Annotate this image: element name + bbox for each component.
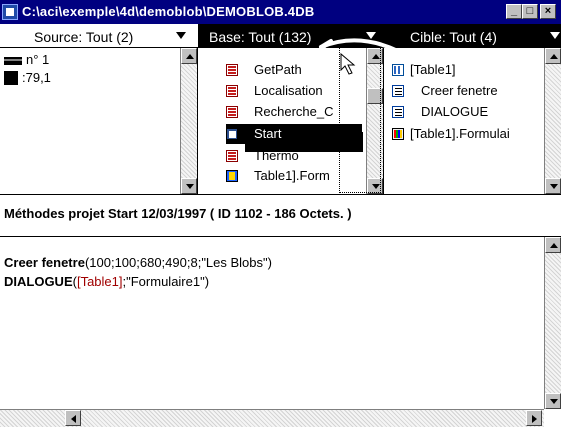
code-keyword: DIALOGUE xyxy=(4,274,73,289)
vertical-scrollbar[interactable] xyxy=(366,48,383,194)
grid-icon xyxy=(226,106,238,118)
list-item-label: Table1].Form xyxy=(254,168,330,183)
list-item-label: Recherche_C xyxy=(254,104,334,119)
form-icon xyxy=(226,170,238,182)
maximize-button[interactable]: □ xyxy=(522,4,538,19)
scroll-up-button[interactable] xyxy=(545,48,561,64)
scroll-down-button[interactable] xyxy=(545,178,561,194)
list-item-label: [Table1].Formulai xyxy=(410,126,510,141)
scroll-down-button[interactable] xyxy=(181,178,197,194)
list-item-label: GetPath xyxy=(254,62,302,77)
vertical-scrollbar[interactable] xyxy=(544,48,561,194)
editor-horizontal-scrollbar[interactable] xyxy=(0,409,544,427)
base-label: Base: Tout (132) xyxy=(209,29,312,45)
cible-label: Cible: Tout (4) xyxy=(410,29,497,45)
editor-vertical-scrollbar[interactable] xyxy=(544,237,561,409)
list-item-label: Creer fenetre xyxy=(421,83,498,98)
drag-arrow-icon xyxy=(319,38,400,56)
source-panel: n° 1 :79,1 xyxy=(0,48,198,194)
code-line[interactable]: Creer fenetre(100;100;680;490;8;"Les Blo… xyxy=(4,255,272,270)
table-reference[interactable]: [Table1] xyxy=(77,274,123,289)
window-icon xyxy=(392,85,404,97)
scroll-right-button[interactable] xyxy=(526,410,542,426)
minimize-button[interactable]: _ xyxy=(506,4,522,19)
window-icon xyxy=(392,106,404,118)
application-window: C:\aci\exemple\4d\demoblob\DEMOBLOB.4DB … xyxy=(0,0,561,427)
app-icon xyxy=(2,4,18,20)
grid-icon xyxy=(226,85,238,97)
list-item-label: :79,1 xyxy=(22,70,51,85)
code-editor[interactable]: Creer fenetre(100;100;680;490;8;"Les Blo… xyxy=(0,237,561,427)
source-header[interactable]: Source: Tout (2) xyxy=(0,24,198,48)
method-info-bar: Méthodes projet Start 12/03/1997 ( ID 11… xyxy=(0,194,561,237)
scroll-down-button[interactable] xyxy=(545,393,561,409)
scroll-up-button[interactable] xyxy=(545,237,561,253)
code-keyword: Creer fenetre xyxy=(4,255,85,270)
cible-panel: [Table1] Creer fenetre DIALOGUE [Table1]… xyxy=(384,48,561,194)
start-icon xyxy=(226,128,238,140)
window-title: C:\aci\exemple\4d\demoblob\DEMOBLOB.4DB xyxy=(22,4,315,19)
scroll-thumb[interactable] xyxy=(367,88,383,104)
code-args: (100;100;680;490;8;"Les Blobs") xyxy=(84,255,272,270)
list-item-label: Thermo xyxy=(254,148,299,163)
list-item-label: Start xyxy=(254,126,282,141)
title-bar: C:\aci\exemple\4d\demoblob\DEMOBLOB.4DB … xyxy=(0,0,561,24)
list-item-label: DIALOGUE xyxy=(421,104,489,119)
grid-icon xyxy=(226,64,238,76)
method-info-text: Méthodes projet Start 12/03/1997 ( ID 11… xyxy=(4,206,352,221)
scroll-up-button[interactable] xyxy=(181,48,197,64)
close-button[interactable]: × xyxy=(540,4,556,19)
vertical-scrollbar[interactable] xyxy=(180,48,197,194)
palette-icon xyxy=(392,128,404,140)
grid-icon xyxy=(226,150,238,162)
mouse-cursor-icon xyxy=(340,52,356,75)
line-icon xyxy=(4,57,22,65)
code-args-close: ;"Formulaire1") xyxy=(122,274,210,289)
scroll-left-button[interactable] xyxy=(65,410,81,426)
dropdown-arrow-icon[interactable] xyxy=(176,32,186,39)
code-line[interactable]: DIALOGUE([Table1];"Formulaire1") xyxy=(4,274,209,289)
source-label: Source: Tout (2) xyxy=(34,29,134,45)
list-item-label: n° 1 xyxy=(26,52,50,67)
list-item-label: Localisation xyxy=(254,83,323,98)
list-item-selected[interactable]: Start xyxy=(226,124,362,144)
printer-icon xyxy=(4,71,18,85)
dropdown-arrow-icon[interactable] xyxy=(550,32,560,39)
scroll-down-button[interactable] xyxy=(367,178,383,194)
